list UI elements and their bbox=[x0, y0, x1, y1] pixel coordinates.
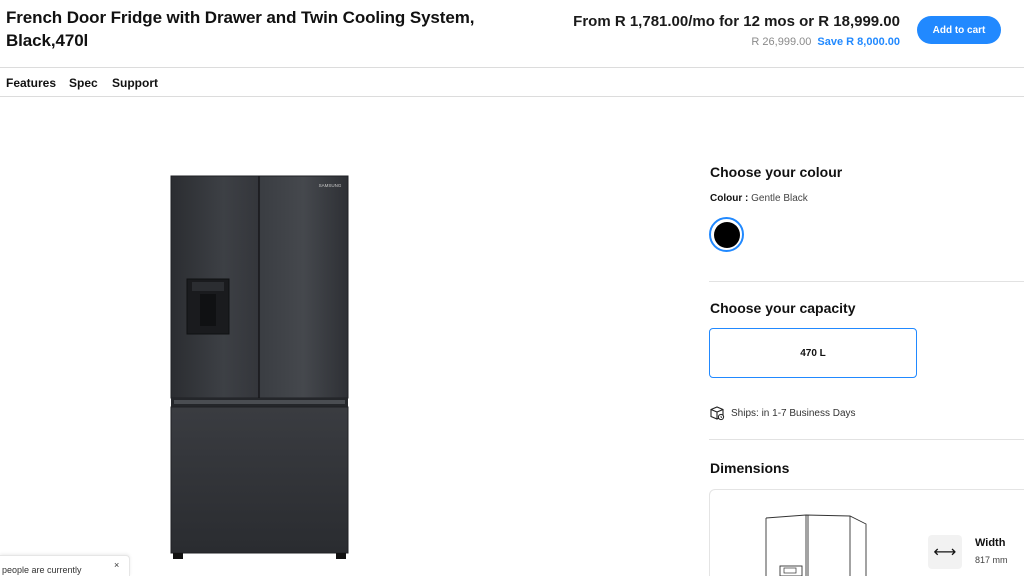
colour-swatch-selected[interactable] bbox=[709, 217, 744, 252]
divider bbox=[709, 281, 1024, 282]
colour-line: Colour : Gentle Black bbox=[710, 193, 808, 204]
colour-label: Colour : bbox=[710, 193, 749, 204]
price-block: From R 1,781.00/mo for 12 mos or R 18,99… bbox=[573, 12, 900, 50]
toast-text: people are currently bbox=[2, 565, 82, 575]
divider bbox=[709, 439, 1024, 440]
capacity-heading: Choose your capacity bbox=[710, 300, 856, 316]
product-nav: Features Spec Support bbox=[0, 69, 1024, 97]
fridge-outline-sketch bbox=[765, 514, 867, 576]
nav-support[interactable]: Support bbox=[112, 76, 158, 90]
nav-features[interactable]: Features bbox=[6, 76, 56, 90]
capacity-option-470l[interactable]: 470 L bbox=[709, 328, 917, 378]
brand-logo: SAMSUNG bbox=[319, 183, 342, 188]
price-main: From R 1,781.00/mo for 12 mos or R 18,99… bbox=[573, 13, 900, 30]
social-proof-toast: people are currently × bbox=[0, 555, 130, 576]
colour-swatch-black bbox=[713, 221, 740, 248]
colour-value: Gentle Black bbox=[751, 193, 808, 204]
close-icon[interactable]: × bbox=[114, 560, 119, 570]
price-save: Save R 8,000.00 bbox=[817, 36, 900, 48]
box-icon bbox=[710, 406, 725, 421]
add-to-cart-button[interactable]: Add to cart bbox=[917, 16, 1001, 44]
price-old: R 26,999.00 bbox=[751, 36, 812, 48]
product-header: French Door Fridge with Drawer and Twin … bbox=[0, 0, 1024, 68]
shipping-info: Ships: in 1-7 Business Days bbox=[709, 405, 856, 421]
shipping-text: Ships: in 1-7 Business Days bbox=[731, 407, 856, 419]
width-arrow-icon: ⟷ bbox=[928, 535, 962, 569]
width-value: 817 mm bbox=[975, 555, 1008, 565]
product-title: French Door Fridge with Drawer and Twin … bbox=[6, 8, 475, 50]
nav-spec[interactable]: Spec bbox=[69, 76, 98, 90]
product-image: SAMSUNG bbox=[170, 175, 349, 559]
dimensions-heading: Dimensions bbox=[710, 460, 790, 476]
colour-heading: Choose your colour bbox=[710, 164, 843, 180]
width-label: Width bbox=[975, 537, 1006, 549]
price-sub: R 26,999.00 Save R 8,000.00 bbox=[573, 34, 900, 50]
